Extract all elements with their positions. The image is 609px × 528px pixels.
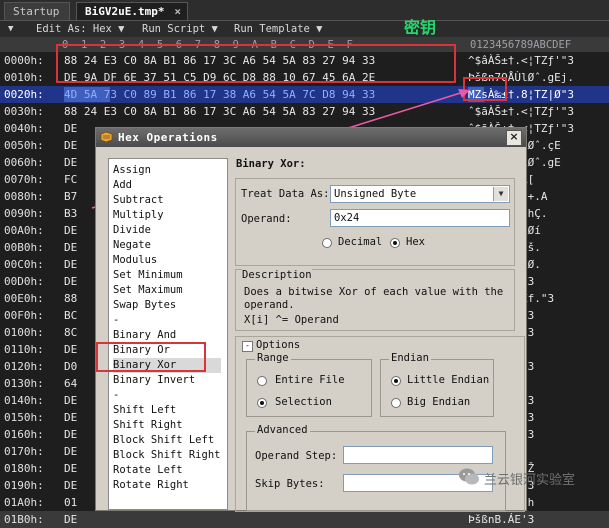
dialog-title-bar: Hex Operations × [96,128,526,147]
operation-item[interactable]: Swap Bytes [113,298,221,313]
options-title: Options [256,339,301,351]
operation-item[interactable]: Rotate Left [113,463,221,478]
row-address: 01B0h: [4,513,44,526]
operand-value: 0x24 [334,212,360,224]
hex-label: Hex [406,236,425,248]
parameters-box: Treat Data As: Unsigned Byte ▼ Operand: … [235,178,515,266]
operation-item[interactable]: Modulus [113,253,221,268]
decimal-label: Decimal [338,236,383,248]
entire-file-label: Entire File [275,374,345,386]
operation-item[interactable]: Assign [113,163,221,178]
operation-item[interactable]: Subtract [113,193,221,208]
hex-row[interactable]: DE [64,511,77,528]
description-title: Description [242,269,312,281]
hex-operations-dialog: Hex Operations × Assign Add Subtract Multip… [95,127,527,512]
operation-item[interactable]: Divide [113,223,221,238]
operation-item[interactable]: Block Shift Right [113,448,221,463]
description-box: Description Does a bitwise Xor of each v… [235,269,515,331]
watermark: 兰云银河实验室 [454,465,599,489]
app-icon [100,131,113,143]
range-title: Range [255,352,291,364]
operation-item[interactable]: Shift Left [113,403,221,418]
operation-item[interactable]: Rotate Right [113,478,221,493]
endian-title: Endian [389,352,431,364]
operand-step-label: Operand Step: [255,450,338,462]
treat-data-label: Treat Data As: [241,188,330,200]
operation-item[interactable]: Negate [113,238,221,253]
watermark-text: 兰云银河实验室 [484,473,576,488]
operation-title: Binary Xor: [236,158,306,170]
little-endian-radio[interactable] [391,376,401,386]
operand-input[interactable]: 0x24 [330,209,510,227]
treat-data-select[interactable]: Unsigned Byte ▼ [330,185,510,203]
operation-item[interactable]: Shift Right [113,418,221,433]
range-group: Range Entire File Selection [246,352,372,417]
big-endian-radio[interactable] [391,398,401,408]
advanced-title: Advanced [255,424,310,436]
selection-label: Selection [275,396,332,408]
description-formula: X[i] ^= Operand [244,314,339,326]
dialog-title: Hex Operations [118,131,218,144]
operation-item: - [113,314,120,326]
operation-item: - [113,389,120,401]
ascii-row[interactable]: ÞšßnB.ÁE'3 [468,511,534,528]
big-endian-label: Big Endian [407,396,471,408]
decimal-radio[interactable] [322,238,332,248]
binary-xor-highlight-box [96,342,206,372]
entire-file-radio[interactable] [257,376,267,386]
operation-item[interactable]: Block Shift Left [113,433,221,448]
little-endian-label: Little Endian [407,374,490,386]
treat-data-value: Unsigned Byte [334,188,417,200]
operand-step-input[interactable] [343,446,493,464]
description-text: Does a bitwise Xor of each value with th… [244,286,504,311]
operation-item[interactable]: Binary And [113,328,221,343]
operation-item[interactable]: Set Maximum [113,283,221,298]
operation-item[interactable]: Add [113,178,221,193]
operation-list[interactable]: Assign Add Subtract Multiply Divide Negate Mod… [108,158,228,510]
chevron-down-icon[interactable]: ▼ [493,187,508,201]
operation-item[interactable]: Set Minimum [113,268,221,283]
collapse-options-icon[interactable]: - [242,341,253,352]
selection-radio[interactable] [257,398,267,408]
operand-label: Operand: [241,213,292,225]
operation-item[interactable]: Multiply [113,208,221,223]
hex-radio[interactable] [390,238,400,248]
endian-group: Endian Little Endian Big Endian [380,352,494,417]
close-icon[interactable]: × [506,130,522,146]
operation-item[interactable]: Binary Invert [113,373,221,388]
wechat-icon [459,468,479,485]
skip-bytes-label: Skip Bytes: [255,478,325,490]
